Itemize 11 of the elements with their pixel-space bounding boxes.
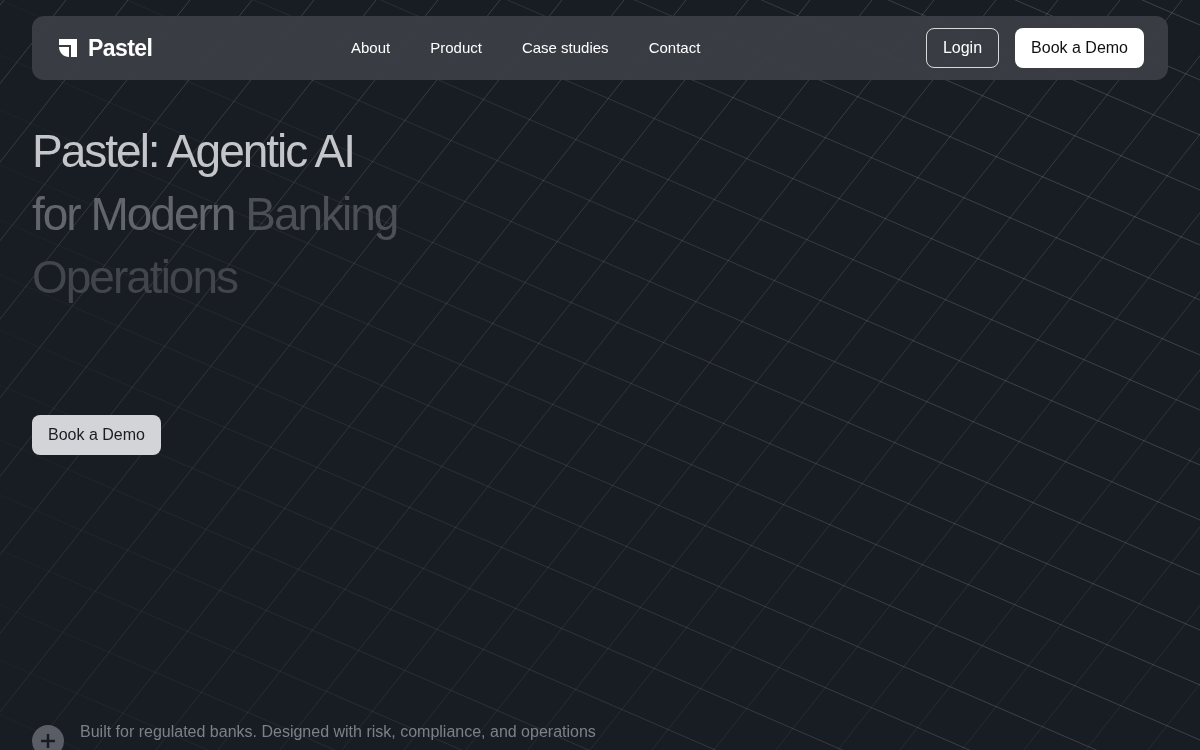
tagline-text: Built for regulated banks. Designed with risk, compliance, and operations <box>80 722 596 742</box>
book-demo-button[interactable]: Book a Demo <box>1015 28 1144 68</box>
crosshair-icon <box>32 725 64 750</box>
nav-link[interactable]: Case studies <box>521 36 609 60</box>
nav-link[interactable]: Contact <box>648 36 701 60</box>
login-button[interactable]: Login <box>925 28 1000 68</box>
logo-icon <box>56 36 80 60</box>
nav-link[interactable]: About <box>351 36 391 60</box>
nav-link[interactable]: Product <box>430 36 482 60</box>
brand-name: Pastel <box>88 33 153 63</box>
book-demo-button[interactable]: Book a Demo <box>32 415 161 455</box>
